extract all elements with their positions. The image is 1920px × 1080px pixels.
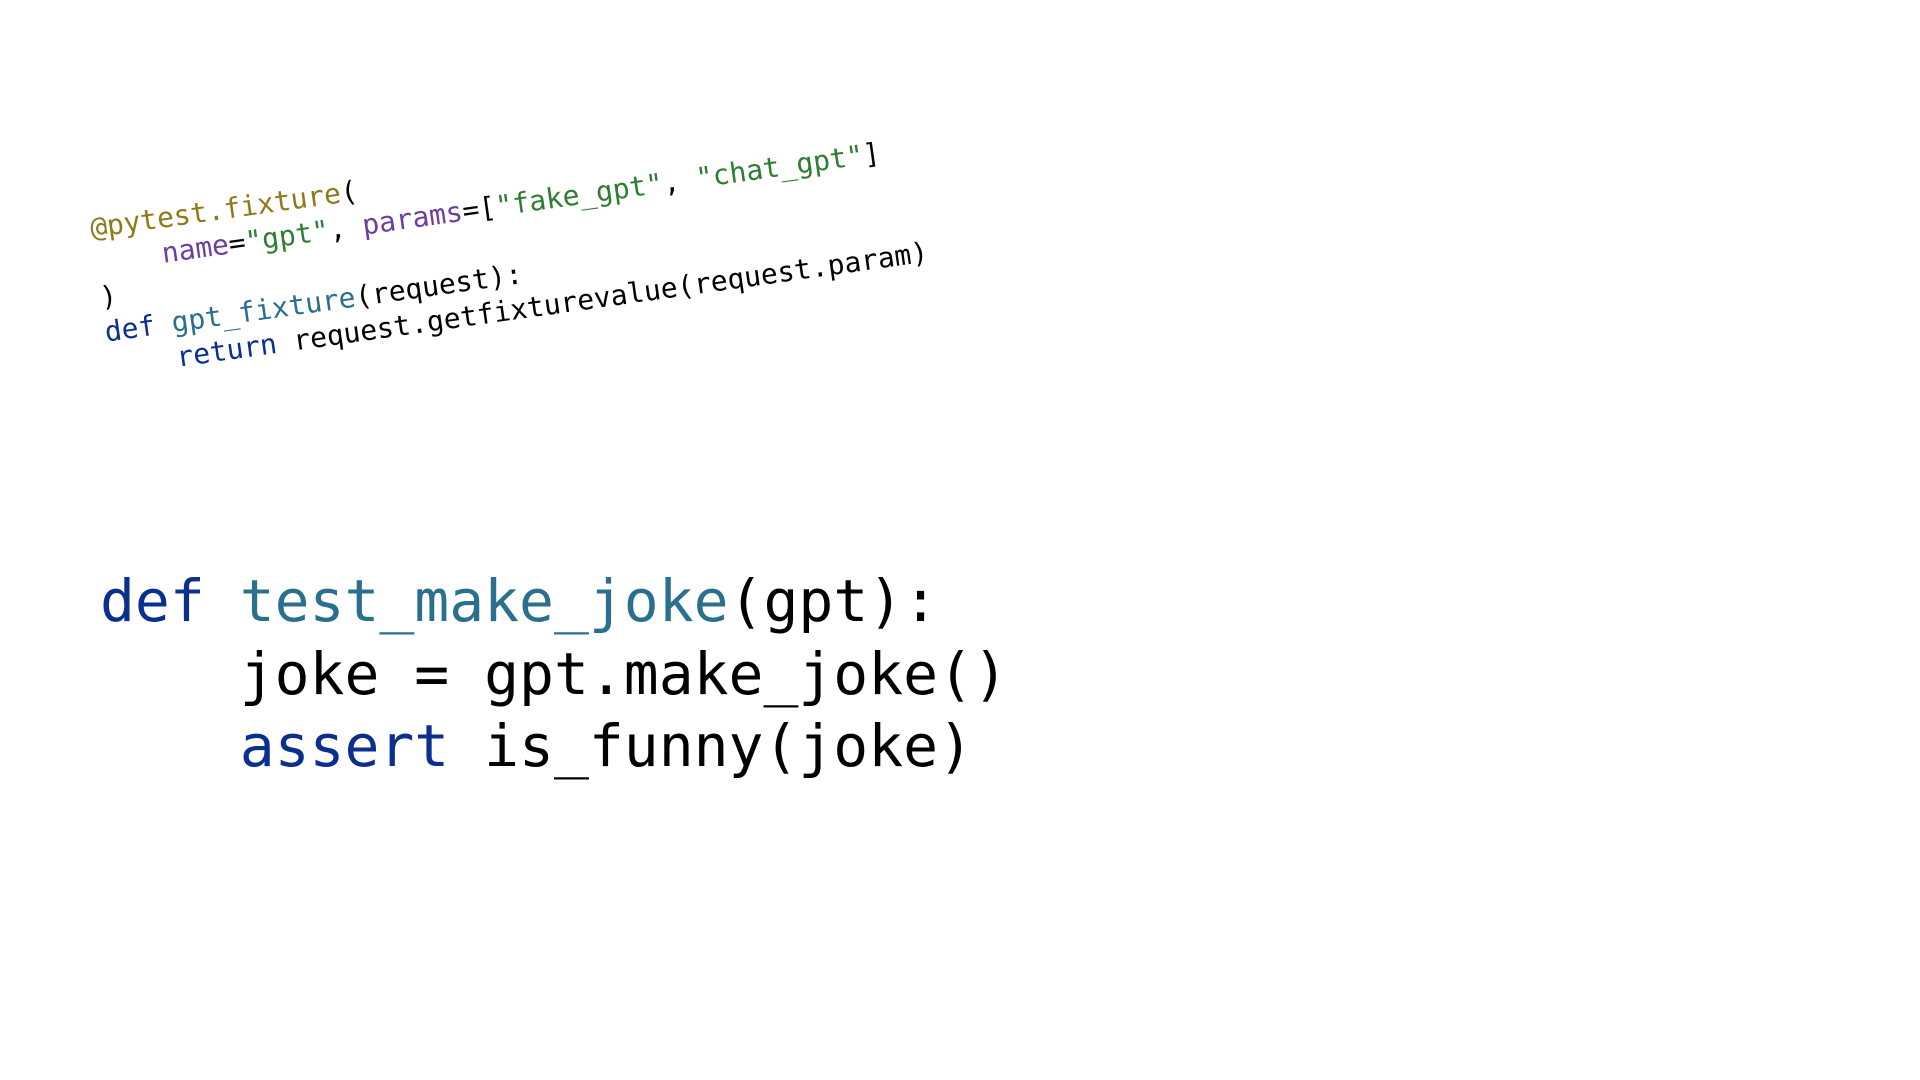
kwarg-params: params [360,195,465,242]
func-name: test_make_joke [240,567,729,635]
comma: , [327,209,365,246]
code-line: joke = gpt.make_joke() [240,640,1008,708]
indent [107,341,178,383]
comma: , [660,162,698,199]
lparen: ( [338,174,359,209]
kwarg-name: name [160,228,231,270]
fixture-code-block: @pytest.fixture( name="gpt", params=["fa… [88,96,930,384]
indent [100,640,240,708]
assert-expr: is_funny(joke) [449,712,973,780]
test-code-block: def test_make_joke(gpt): joke = gpt.make… [100,565,1008,783]
assert-keyword: assert [240,712,450,780]
close-bracket: ] [861,136,882,171]
rparen: ) [98,279,119,314]
def-keyword: def [100,567,205,635]
signature: (gpt): [729,567,939,635]
def-keyword: def [103,309,158,349]
eq-bracket: =[ [460,190,498,227]
space [205,567,240,635]
string-literal: "fake_gpt" [494,167,666,223]
indent [93,237,164,279]
indent [100,712,240,780]
string-literal: "chat_gpt" [694,139,866,195]
